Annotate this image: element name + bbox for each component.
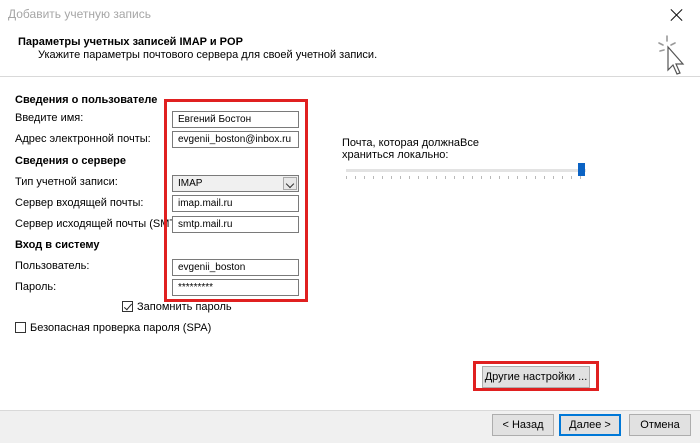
login-heading: Вход в систему — [15, 239, 100, 251]
offline-mail-label-line1: Почта, которая должна — [342, 137, 461, 149]
title-bar: Добавить учетную запись — [0, 0, 700, 30]
user-info-heading: Сведения о пользователе — [15, 94, 158, 106]
offline-mail-slider-thumb[interactable] — [578, 163, 585, 176]
header-divider — [0, 76, 700, 77]
add-account-dialog: Добавить учетную запись Параметры учетны… — [0, 0, 700, 443]
spa-checkbox[interactable] — [15, 322, 26, 333]
username-label: Пользователь: — [15, 260, 90, 272]
offline-mail-value: Все — [460, 137, 479, 149]
password-label: Пароль: — [15, 281, 57, 293]
offline-mail-label-line2: храниться локально: — [342, 149, 449, 161]
account-type-label: Тип учетной записи: — [15, 176, 118, 188]
window-title: Добавить учетную запись — [8, 7, 151, 21]
highlight-frame-fields — [164, 99, 308, 302]
dialog-header: Параметры учетных записей IMAP и POP Ука… — [0, 30, 700, 76]
cursor-click-icon — [658, 35, 685, 75]
offline-mail-slider-track[interactable] — [346, 169, 586, 172]
header-subtitle: Укажите параметры почтового сервера для … — [38, 49, 378, 61]
more-settings-button[interactable]: Другие настройки ... — [482, 366, 590, 388]
back-button[interactable]: < Назад — [492, 414, 554, 436]
next-button[interactable]: Далее > — [559, 414, 621, 436]
spa-label: Безопасная проверка пароля (SPA) — [30, 322, 212, 334]
header-title: Параметры учетных записей IMAP и POP — [18, 36, 243, 48]
server-info-heading: Сведения о сервере — [15, 155, 126, 167]
incoming-server-label: Сервер входящей почты: — [15, 197, 144, 209]
cancel-button[interactable]: Отмена — [629, 414, 691, 436]
close-icon[interactable] — [666, 5, 688, 25]
remember-password-checkbox[interactable] — [122, 301, 133, 312]
email-label: Адрес электронной почты: — [15, 133, 151, 145]
offline-mail-slider-ticks — [346, 176, 586, 179]
remember-password-label: Запомнить пароль — [137, 301, 232, 313]
name-label: Введите имя: — [15, 112, 84, 124]
